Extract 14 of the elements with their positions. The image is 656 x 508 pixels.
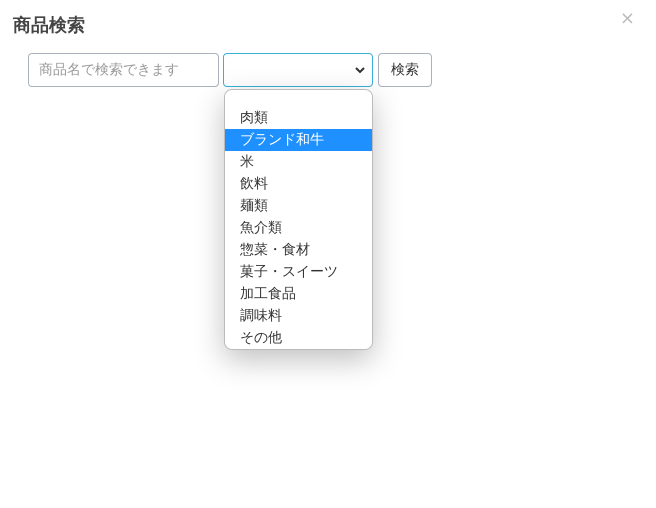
dropdown-option[interactable]: 調味料	[225, 305, 372, 327]
dropdown-option[interactable]: その他	[225, 327, 372, 349]
dialog-title: 商品検索	[13, 14, 85, 38]
dropdown-option[interactable]: 麺類	[225, 195, 372, 217]
dropdown-option[interactable]: 米	[225, 151, 372, 173]
dropdown-option[interactable]: 肉類	[225, 107, 372, 129]
dropdown-option[interactable]: 菓子・スイーツ	[225, 261, 372, 283]
dropdown-option[interactable]: 魚介類	[225, 217, 372, 239]
dropdown-option[interactable]: 惣菜・食材	[225, 239, 372, 261]
search-button[interactable]: 検索	[378, 53, 432, 87]
dropdown-option[interactable]: 飲料	[225, 173, 372, 195]
search-field[interactable]: 商品名で検索できます	[28, 53, 219, 87]
category-select[interactable]	[223, 53, 373, 87]
dropdown-option[interactable]: 加工食品	[225, 283, 372, 305]
